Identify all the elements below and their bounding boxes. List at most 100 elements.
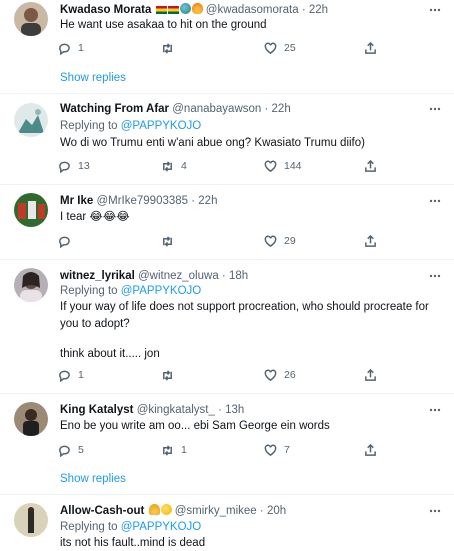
- mention-link[interactable]: @PAPPYKOJO: [121, 521, 201, 533]
- retweet-icon: [163, 369, 172, 381]
- mention-link[interactable]: @PAPPYKOJO: [121, 285, 201, 297]
- reply-button[interactable]: [58, 233, 78, 249]
- timestamp[interactable]: 22h: [309, 4, 328, 16]
- tweet-text: He want use asakaa to hit on the ground: [60, 19, 267, 31]
- mention-link[interactable]: @PAPPYKOJO: [121, 120, 201, 132]
- retweet-icon: [163, 160, 172, 172]
- reply-count: 1: [78, 369, 84, 381]
- tweet-text-line: think about it..... jon: [60, 348, 160, 360]
- reply-button[interactable]: 5: [58, 442, 84, 458]
- like-count: 29: [284, 235, 296, 247]
- retweet-count: 1: [181, 444, 187, 456]
- more-options-icon[interactable]: [428, 194, 442, 208]
- retweet-button[interactable]: [161, 233, 181, 249]
- ghana-flag-icon: [167, 5, 179, 14]
- tweet-text: If your way of life does not support pro…: [60, 300, 430, 362]
- display-name[interactable]: Kwadaso Morata: [60, 4, 151, 16]
- tweet-actions: 13 4 144: [58, 158, 388, 174]
- handle[interactable]: @MrIke79903385: [96, 195, 188, 207]
- heart-icon: [264, 42, 277, 54]
- retweet-button[interactable]: [161, 40, 181, 56]
- timestamp[interactable]: 13h: [225, 404, 244, 416]
- tweet-header: witnez_lyrikal @witnez_oluwa · 18h: [60, 270, 249, 282]
- reply-button[interactable]: 1: [58, 367, 84, 383]
- retweet-icon: [163, 444, 172, 456]
- share-icon: [365, 234, 376, 247]
- fire-icon: [191, 3, 203, 14]
- handle[interactable]: @kingkatalyst_: [137, 404, 215, 416]
- more-options-icon[interactable]: [428, 504, 442, 518]
- divider: [0, 259, 454, 260]
- reply-button[interactable]: 13: [58, 158, 90, 174]
- show-replies-link[interactable]: Show replies: [60, 72, 126, 84]
- share-button[interactable]: [364, 442, 377, 458]
- share-button[interactable]: [364, 233, 377, 249]
- tweet-header: Kwadaso Morata @kwadasomorata · 22h: [60, 3, 329, 16]
- avatar[interactable]: [14, 402, 48, 436]
- handle[interactable]: @nanabayawson: [172, 103, 261, 115]
- avatar[interactable]: [14, 503, 48, 537]
- heart-icon: [264, 444, 277, 456]
- display-name[interactable]: witnez_lyrikal: [60, 270, 135, 282]
- tweet-header: King Katalyst @kingkatalyst_ · 13h: [60, 404, 245, 416]
- like-count: 144: [284, 160, 302, 172]
- like-count: 26: [284, 369, 296, 381]
- divider: [0, 393, 454, 394]
- display-name[interactable]: Watching From Afar: [60, 103, 169, 115]
- tweet-text-line: you to adopt?: [60, 318, 130, 330]
- display-name[interactable]: King Katalyst: [60, 404, 134, 416]
- share-button[interactable]: [364, 158, 377, 174]
- retweet-icon: [163, 235, 172, 247]
- smiling-face-icon: [160, 504, 172, 515]
- replying-to: Replying to @PAPPYKOJO: [60, 120, 202, 132]
- show-replies-link[interactable]: Show replies: [60, 473, 126, 485]
- display-name[interactable]: Mr Ike: [60, 195, 93, 207]
- reply-count: 5: [78, 444, 84, 456]
- timestamp[interactable]: 18h: [229, 270, 248, 282]
- like-button[interactable]: 29: [264, 233, 296, 249]
- like-button[interactable]: 25: [264, 40, 296, 56]
- tweet-actions: 5 1 7: [58, 442, 388, 458]
- tweet-text-line: If your way of life does not support pro…: [60, 301, 429, 313]
- replying-to: Replying to @PAPPYKOJO: [60, 521, 202, 533]
- more-options-icon[interactable]: [428, 102, 442, 116]
- avatar[interactable]: [14, 193, 48, 227]
- handle[interactable]: @kwadasomorata: [206, 4, 299, 16]
- heart-icon: [264, 235, 277, 247]
- display-name[interactable]: Allow-Cash-out: [60, 505, 144, 517]
- reply-icon: [59, 370, 70, 382]
- replying-to: Replying to @PAPPYKOJO: [60, 285, 202, 297]
- tweet-header: Mr Ike @MrIke79903385 · 22h: [60, 195, 218, 207]
- tweet-text: I tear 😂😂😂: [60, 211, 130, 223]
- handle[interactable]: @smirky_mikee: [175, 505, 257, 517]
- reply-icon: [59, 161, 70, 173]
- retweet-count: 4: [181, 160, 187, 172]
- avatar[interactable]: [14, 2, 48, 36]
- retweet-button[interactable]: 4: [161, 158, 187, 174]
- like-button[interactable]: 144: [264, 158, 302, 174]
- more-options-icon[interactable]: [428, 403, 442, 417]
- like-button[interactable]: 26: [264, 367, 296, 383]
- share-icon: [365, 159, 376, 172]
- more-options-icon[interactable]: [428, 3, 442, 17]
- timestamp[interactable]: 22h: [272, 103, 291, 115]
- retweet-button[interactable]: [161, 367, 181, 383]
- heart-icon: [264, 160, 277, 172]
- share-button[interactable]: [364, 367, 377, 383]
- bell-icon: [148, 504, 160, 515]
- more-options-icon[interactable]: [428, 269, 442, 283]
- timestamp[interactable]: 22h: [198, 195, 217, 207]
- avatar[interactable]: [14, 103, 48, 137]
- divider: [0, 494, 454, 495]
- divider: [0, 184, 454, 185]
- ghana-flag-icon: [155, 5, 167, 14]
- like-button[interactable]: 7: [264, 442, 290, 458]
- retweet-button[interactable]: 1: [161, 442, 187, 458]
- reply-button[interactable]: 1: [58, 40, 84, 56]
- handle[interactable]: @witnez_oluwa: [138, 270, 219, 282]
- like-count: 25: [284, 42, 296, 54]
- share-button[interactable]: [364, 40, 377, 56]
- timestamp[interactable]: 20h: [267, 505, 286, 517]
- tweet-actions: 1 26: [58, 367, 388, 383]
- avatar[interactable]: [14, 268, 48, 302]
